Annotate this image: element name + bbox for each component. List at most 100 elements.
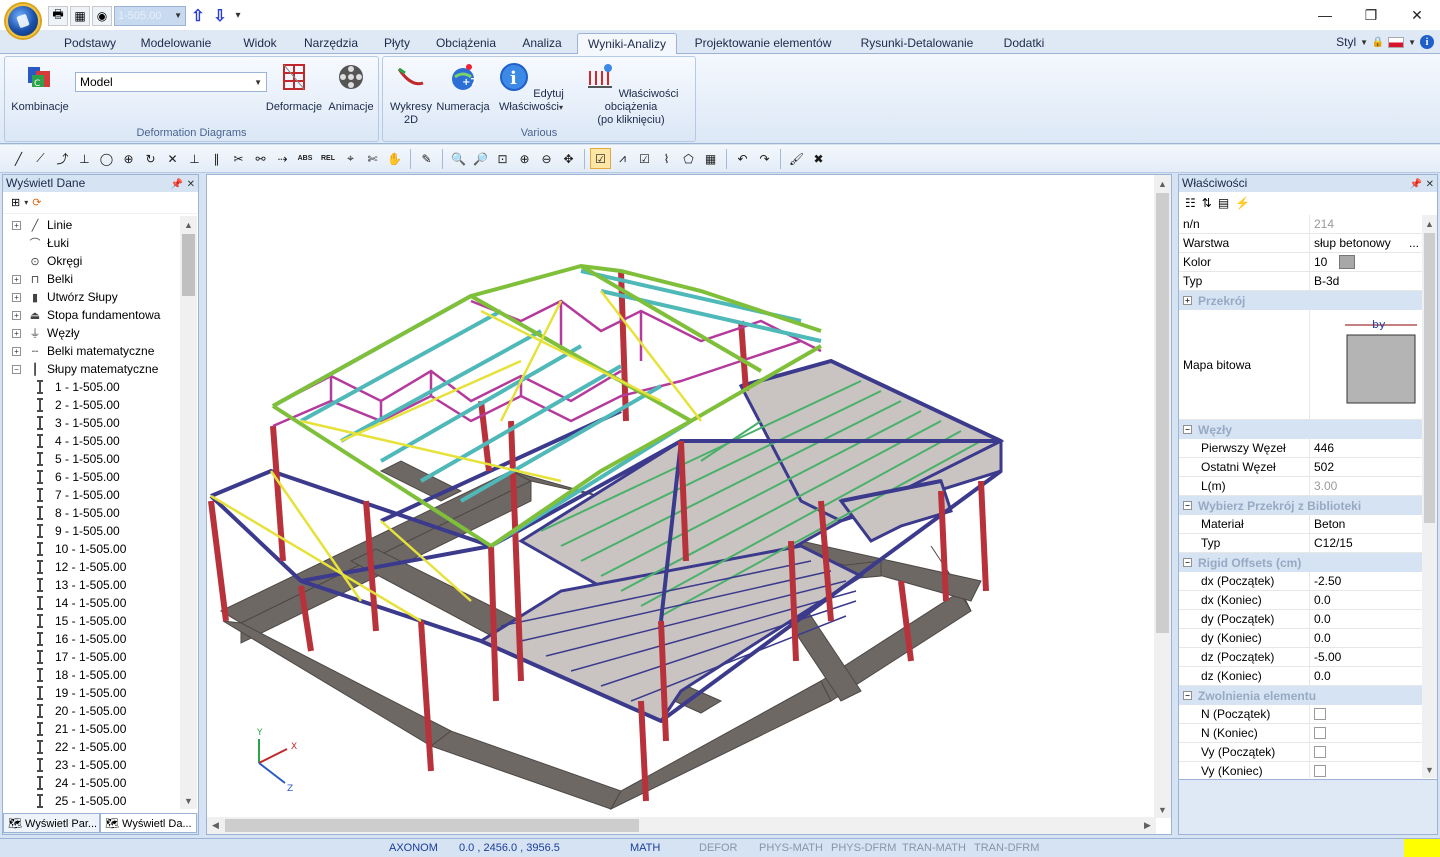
tree-item-wezly[interactable]: + ⏚ Węzły	[3, 324, 181, 342]
tab-wyniki-analizy[interactable]: Wyniki-Analizy	[577, 33, 677, 54]
properties-scrollbar[interactable]: ▲ ▼	[1422, 215, 1437, 778]
undo-icon[interactable]: ↶	[732, 148, 753, 169]
line-icon[interactable]: ╱	[8, 148, 29, 169]
collapse-icon[interactable]: −	[1183, 558, 1192, 567]
animacje-button[interactable]: Animacje	[325, 61, 377, 114]
shield-icon[interactable]: ⬠	[678, 148, 699, 169]
status-math[interactable]: MATH	[630, 842, 660, 854]
wykresy-2d-button[interactable]: Wykresy 2D	[387, 61, 435, 127]
rotate-icon[interactable]: ↻	[140, 148, 161, 169]
tree-child-item[interactable]: 22 - 1-505.00	[3, 738, 181, 756]
3d-model-viewport[interactable]: Y X Z ▲ ▼ ◀ ▶	[206, 174, 1172, 835]
expand-icon[interactable]: +	[12, 292, 21, 302]
tree-child-item[interactable]: 18 - 1-505.00	[3, 666, 181, 684]
property-value[interactable]: C12/15	[1310, 534, 1423, 552]
property-pages-icon[interactable]: ▤	[1218, 196, 1229, 210]
model-icon[interactable]: ▦	[70, 5, 90, 26]
line-chart-icon[interactable]: ⌇	[656, 148, 677, 169]
tree-child-item[interactable]: 6 - 1-505.00	[3, 468, 181, 486]
tab-modelowanie[interactable]: Modelowanie	[131, 33, 221, 54]
zoom-in-icon[interactable]: 🔎	[470, 148, 491, 169]
property-row[interactable]: Typ C12/15	[1179, 534, 1423, 553]
lock-icon[interactable]: 🔒	[1372, 36, 1384, 48]
tree-child-item[interactable]: 16 - 1-505.00	[3, 630, 181, 648]
hand-icon[interactable]: ✋	[384, 148, 405, 169]
close-button[interactable]: ✕	[1394, 0, 1440, 30]
status-phys-math[interactable]: PHYS-MATH	[759, 842, 823, 854]
tree-child-item[interactable]: 25 - 1-505.00	[3, 792, 181, 809]
status-defor[interactable]: DEFOR	[699, 842, 738, 854]
scroll-up-icon[interactable]: ▲	[180, 216, 197, 233]
tree-child-item[interactable]: 20 - 1-505.00	[3, 702, 181, 720]
property-value[interactable]: 10	[1310, 253, 1423, 271]
categorized-icon[interactable]: ☷	[1185, 196, 1196, 210]
tree-child-item[interactable]: 9 - 1-505.00	[3, 522, 181, 540]
more-button[interactable]: ...	[1409, 236, 1419, 250]
chart-icon[interactable]: ⩘	[612, 148, 633, 169]
pencil-icon[interactable]: ✎	[416, 148, 437, 169]
expand-icon[interactable]: +	[12, 346, 21, 356]
zoom-icon[interactable]: 🔍	[448, 148, 469, 169]
scroll-thumb[interactable]	[1424, 233, 1435, 523]
lightning-icon[interactable]: ⚡	[1235, 196, 1250, 210]
property-row[interactable]: Pierwszy Węzeł 446	[1179, 439, 1423, 458]
status-tran-math[interactable]: TRAN-MATH	[902, 842, 966, 854]
property-row[interactable]: dy (Koniec) 0.0	[1179, 629, 1423, 648]
status-axonom[interactable]: AXONOM	[389, 842, 438, 854]
collapse-icon[interactable]: −	[1183, 425, 1192, 434]
tree-child-item[interactable]: 5 - 1-505.00	[3, 450, 181, 468]
snap-settings-icon[interactable]: ⌖	[340, 148, 361, 169]
expand-icon[interactable]: +	[1183, 296, 1192, 305]
tree-item-belki-mat[interactable]: + ╌ Belki matematyczne	[3, 342, 181, 360]
tree-child-item[interactable]: 19 - 1-505.00	[3, 684, 181, 702]
property-value[interactable]: 0.0	[1310, 667, 1423, 685]
pan-icon[interactable]: ✥	[558, 148, 579, 169]
tree-child-item[interactable]: 23 - 1-505.00	[3, 756, 181, 774]
circle-icon[interactable]: ◯	[96, 148, 117, 169]
property-row[interactable]: dz (Koniec) 0.0	[1179, 667, 1423, 686]
delete-icon[interactable]: ✖	[808, 148, 829, 169]
tab-wyswietl-parametry[interactable]: 🗺 Wyświetl Par...	[3, 813, 100, 833]
chevron-down-icon[interactable]: ▼	[1360, 38, 1368, 47]
pin-icon[interactable]: 📌	[171, 179, 183, 190]
tab-obciazenia[interactable]: Obciążenia	[428, 33, 504, 54]
scissors-icon[interactable]: ✄	[362, 148, 383, 169]
property-value[interactable]: 0.0	[1310, 591, 1423, 609]
snap-endpoint-icon[interactable]: ⊥	[184, 148, 205, 169]
tab-plyty[interactable]: Płyty	[376, 33, 418, 54]
collapse-icon[interactable]: −	[12, 364, 21, 374]
scroll-up-icon[interactable]: ▲	[1422, 215, 1437, 232]
wlasciwosci-obciazenia-button[interactable]: Właściwości obciążenia (po kliknięciu)	[569, 61, 693, 127]
property-row[interactable]: N (Początek)	[1179, 705, 1423, 724]
tree-child-item[interactable]: 21 - 1-505.00	[3, 720, 181, 738]
release-checkbox[interactable]	[1314, 746, 1326, 758]
viewport-horizontal-scrollbar[interactable]: ◀ ▶	[207, 817, 1156, 834]
scroll-left-icon[interactable]: ◀	[207, 817, 224, 834]
chevron-down-icon[interactable]: ▾	[24, 198, 28, 207]
tab-dodatki[interactable]: Dodatki	[995, 33, 1053, 54]
tab-narzedzia[interactable]: Narzędzia	[297, 33, 365, 54]
intersect-icon[interactable]: ✕	[162, 148, 183, 169]
perpendicular-icon[interactable]: ⊥	[74, 148, 95, 169]
property-value[interactable]: 446	[1310, 439, 1423, 457]
property-value[interactable]: B-3d	[1310, 272, 1423, 290]
status-phys-dfrm[interactable]: PHYS-DFRM	[831, 842, 896, 854]
property-row[interactable]: Vy (Koniec)	[1179, 762, 1423, 778]
info-icon[interactable]: i	[1420, 35, 1434, 49]
sort-az-icon[interactable]: ⇅	[1202, 196, 1212, 210]
tree-child-item[interactable]: 3 - 1-505.00	[3, 414, 181, 432]
category-przekroj[interactable]: + Przekrój	[1179, 291, 1423, 310]
tree-child-item[interactable]: 24 - 1-505.00	[3, 774, 181, 792]
status-tran-dfrm[interactable]: TRAN-DFRM	[974, 842, 1039, 854]
close-icon[interactable]: ✕	[1426, 179, 1434, 190]
zoom-plus-icon[interactable]: ⊕	[514, 148, 535, 169]
minimize-button[interactable]: —	[1302, 0, 1348, 30]
tab-rysunki[interactable]: Rysunki-Detalowanie	[852, 33, 982, 54]
model-combo[interactable]: Model ▼	[75, 72, 267, 92]
tree-item-linie[interactable]: + ╱ Linie	[3, 216, 181, 234]
property-row[interactable]: L(m) 3.00	[1179, 477, 1423, 496]
select-check-icon[interactable]: ☑	[590, 148, 611, 169]
style-menu[interactable]: Styl	[1336, 35, 1356, 49]
property-value[interactable]: 0.0	[1310, 610, 1423, 628]
scroll-thumb[interactable]	[182, 234, 195, 296]
